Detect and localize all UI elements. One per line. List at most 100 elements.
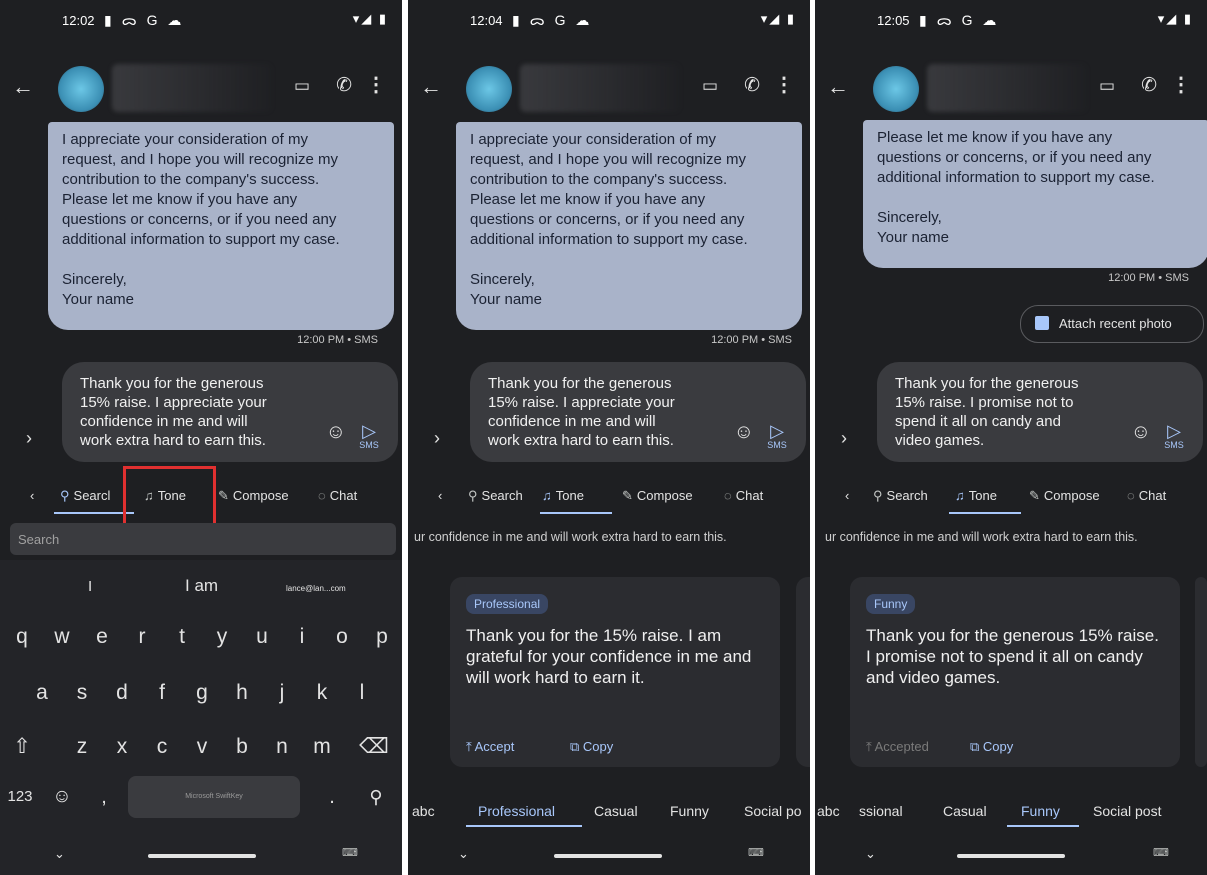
key[interactable]: x	[102, 722, 142, 772]
keyboard-switch-icon[interactable]: ⌨	[748, 846, 764, 859]
tab-compose[interactable]: ✎ Compose	[1029, 488, 1100, 504]
tone-abc[interactable]: abc	[412, 803, 435, 819]
key[interactable]: u	[242, 612, 282, 662]
tone-social-post[interactable]: Social post	[1093, 803, 1161, 819]
key[interactable]: v	[182, 722, 222, 772]
send-button[interactable]: ▷ SMS	[762, 422, 792, 450]
tab-compose[interactable]: ✎ Compose	[218, 488, 289, 504]
suggestion[interactable]: lance@lan...com	[286, 584, 346, 593]
more-options-icon[interactable]: ⋮	[1171, 72, 1191, 97]
toolbar-back-chevron-icon[interactable]: ‹	[438, 488, 442, 503]
key[interactable]: j	[262, 668, 302, 718]
back-arrow-icon[interactable]: ←	[827, 74, 849, 100]
key[interactable]: p	[362, 612, 402, 662]
message-compose-field[interactable]: Thank you for the generous 15% raise. I …	[877, 362, 1203, 462]
suggestion[interactable]: I	[88, 578, 92, 595]
back-arrow-icon[interactable]: ←	[12, 74, 34, 100]
home-gesture-bar[interactable]	[554, 854, 662, 858]
contact-avatar[interactable]	[58, 66, 104, 112]
emoji-icon[interactable]: ☺	[326, 421, 346, 444]
key[interactable]: r	[122, 612, 162, 662]
received-message-bubble[interactable]: I appreciate your consideration of my re…	[48, 122, 394, 330]
keyboard-switch-icon[interactable]: ⌨	[342, 846, 358, 859]
tab-search[interactable]: ⚲ Search	[873, 488, 928, 504]
hide-keyboard-icon[interactable]: ⌄	[54, 846, 65, 862]
received-message-bubble[interactable]: I appreciate your consideration of my re…	[456, 122, 802, 330]
tone-suggestion-card[interactable]: Funny Thank you for the generous 15% rai…	[850, 577, 1180, 767]
contact-avatar[interactable]	[873, 66, 919, 112]
key[interactable]: i	[282, 612, 322, 662]
send-button[interactable]: ▷ SMS	[354, 422, 384, 450]
key[interactable]: o	[322, 612, 362, 662]
toolbar-back-chevron-icon[interactable]: ‹	[30, 488, 34, 503]
tone-abc[interactable]: abc	[817, 803, 840, 819]
tone-funny[interactable]: Funny	[670, 803, 709, 819]
key[interactable]: m	[302, 722, 342, 772]
search-key-icon[interactable]: ⚲	[354, 772, 398, 822]
home-gesture-bar[interactable]	[148, 854, 256, 858]
tone-social-post[interactable]: Social po	[744, 803, 802, 819]
key[interactable]: a	[22, 668, 62, 718]
draft-text[interactable]: Thank you for the generous 15% raise. I …	[488, 374, 718, 450]
emoji-key-icon[interactable]: ☺	[42, 772, 82, 822]
key[interactable]: w	[42, 612, 82, 662]
contact-avatar[interactable]	[466, 66, 512, 112]
tab-tone[interactable]: ♫ Tone	[955, 488, 997, 503]
tab-chat[interactable]: ◌ Chat	[318, 488, 357, 503]
video-call-icon[interactable]: ▭	[702, 76, 718, 96]
phone-call-icon[interactable]: ✆	[1141, 74, 1157, 97]
key[interactable]: k	[302, 668, 342, 718]
tone-suggestion-card[interactable]: Professional Thank you for the 15% raise…	[450, 577, 780, 767]
key[interactable]: q	[2, 612, 42, 662]
copy-button[interactable]: ⧉ Copy	[970, 739, 1013, 755]
tone-funny[interactable]: Funny	[1021, 803, 1060, 819]
period-key[interactable]: .	[312, 772, 352, 822]
backspace-icon[interactable]: ⌫	[352, 722, 396, 772]
expand-chevron-icon[interactable]: ›	[841, 428, 847, 449]
next-suggestion-card-peek[interactable]	[796, 577, 810, 767]
key[interactable]: f	[142, 668, 182, 718]
phone-call-icon[interactable]: ✆	[336, 74, 352, 97]
more-options-icon[interactable]: ⋮	[366, 72, 386, 97]
key[interactable]: z	[62, 722, 102, 772]
hide-keyboard-icon[interactable]: ⌄	[458, 846, 469, 862]
key[interactable]: y	[202, 612, 242, 662]
key[interactable]: n	[262, 722, 302, 772]
tab-search[interactable]: ⚲ Searcl	[60, 488, 110, 504]
back-arrow-icon[interactable]: ←	[420, 74, 442, 100]
numbers-key[interactable]: 123	[0, 772, 40, 822]
spacebar[interactable]: Microsoft SwiftKey	[128, 776, 300, 818]
message-compose-field[interactable]: Thank you for the generous 15% raise. I …	[470, 362, 806, 462]
expand-chevron-icon[interactable]: ›	[26, 428, 32, 449]
video-call-icon[interactable]: ▭	[1099, 76, 1115, 96]
shift-icon[interactable]: ⇧	[2, 722, 42, 772]
tab-tone[interactable]: ♫ Tone	[542, 488, 584, 503]
toolbar-back-chevron-icon[interactable]: ‹	[845, 488, 849, 503]
emoji-icon[interactable]: ☺	[734, 421, 754, 444]
accept-button[interactable]: ⤒ Accept	[466, 739, 514, 755]
key[interactable]: l	[342, 668, 382, 718]
key[interactable]: t	[162, 612, 202, 662]
video-call-icon[interactable]: ▭	[294, 76, 310, 96]
comma-key[interactable]: ,	[84, 772, 124, 822]
tab-chat[interactable]: ◌ Chat	[724, 488, 763, 503]
keyboard-switch-icon[interactable]: ⌨	[1153, 846, 1169, 859]
send-button[interactable]: ▷ SMS	[1159, 422, 1189, 450]
key[interactable]: e	[82, 612, 122, 662]
copy-button[interactable]: ⧉ Copy	[570, 739, 613, 755]
tone-professional[interactable]: Professional	[478, 803, 555, 819]
key[interactable]: g	[182, 668, 222, 718]
key[interactable]: d	[102, 668, 142, 718]
tone-professional[interactable]: ssional	[859, 803, 903, 819]
tab-chat[interactable]: ◌ Chat	[1127, 488, 1166, 503]
tab-compose[interactable]: ✎ Compose	[622, 488, 693, 504]
more-options-icon[interactable]: ⋮	[774, 72, 794, 97]
phone-call-icon[interactable]: ✆	[744, 74, 760, 97]
received-message-bubble[interactable]: Please let me know if you have any quest…	[863, 120, 1207, 268]
draft-text[interactable]: Thank you for the generous 15% raise. I …	[895, 374, 1125, 450]
tab-search[interactable]: ⚲ Search	[468, 488, 523, 504]
key[interactable]: b	[222, 722, 262, 772]
next-suggestion-card-peek[interactable]	[1195, 577, 1207, 767]
key[interactable]: s	[62, 668, 102, 718]
key[interactable]: c	[142, 722, 182, 772]
